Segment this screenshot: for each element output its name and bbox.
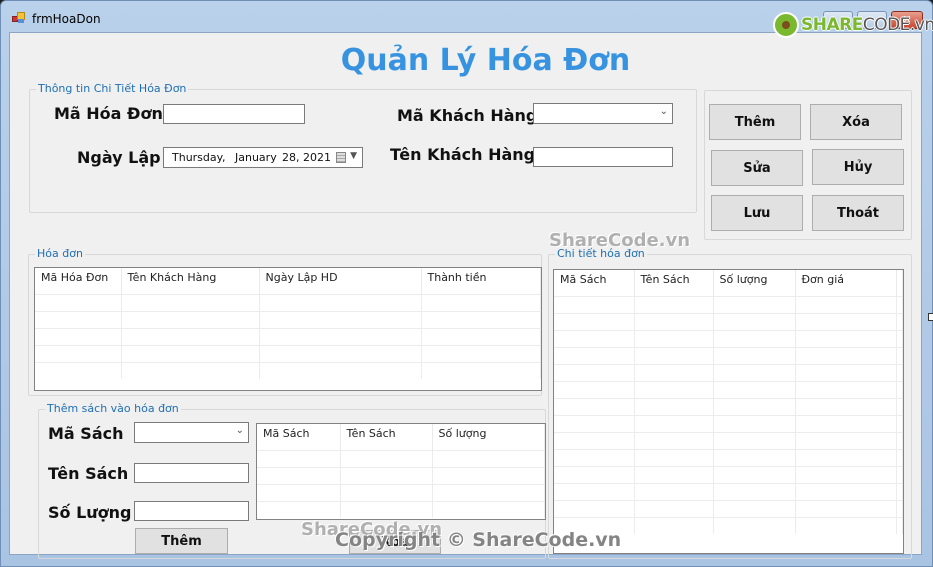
page-title: Quản Lý Hóa Đơn: [340, 43, 631, 78]
table-row[interactable]: [554, 482, 903, 500]
delete-button[interactable]: Xóa: [810, 104, 902, 140]
close-button[interactable]: ✕: [891, 11, 923, 29]
table-row[interactable]: [257, 466, 545, 484]
table-row[interactable]: [554, 380, 903, 398]
table-row[interactable]: [554, 312, 903, 330]
table-row[interactable]: [554, 465, 903, 483]
table-row[interactable]: [257, 449, 545, 467]
resize-handle[interactable]: [928, 313, 933, 321]
invoice-id-label: Mã Hóa Đơn: [54, 104, 163, 123]
quantity-label: Số Lượng: [48, 503, 132, 522]
form-client-area: Quản Lý Hóa Đơn Thông tin Chi Tiết Hóa Đ…: [9, 32, 922, 559]
book-name-input[interactable]: [134, 463, 249, 483]
table-row[interactable]: [554, 329, 903, 347]
dropdown-arrow-icon[interactable]: ▼: [350, 151, 357, 161]
table-row[interactable]: [554, 414, 903, 432]
cancel-button[interactable]: Hủy: [812, 149, 904, 185]
app-icon: [12, 12, 26, 24]
column-header[interactable]: Đơn giá: [795, 270, 897, 296]
customer-name-input[interactable]: [533, 147, 673, 167]
table-row[interactable]: [257, 483, 545, 501]
invoices-legend: Hóa đơn: [37, 247, 83, 260]
table-row[interactable]: [257, 500, 545, 518]
invoices-grid[interactable]: Mã Hóa Đơn Tên Khách Hàng Ngày Lập HD Th…: [34, 267, 542, 391]
maximize-button[interactable]: [857, 11, 887, 29]
customer-name-label: Tên Khách Hàng: [390, 145, 536, 164]
calendar-icon[interactable]: [336, 152, 346, 163]
add-book-legend: Thêm sách vào hóa đơn: [47, 402, 179, 415]
column-header[interactable]: Mã Sách: [257, 424, 341, 450]
edit-button[interactable]: Sửa: [711, 150, 803, 186]
column-header[interactable]: Mã Sách: [554, 270, 635, 296]
column-header[interactable]: Số lượng: [713, 270, 796, 296]
delete-book-button[interactable]: Xóa: [349, 530, 441, 554]
book-id-combobox[interactable]: ⌄: [134, 422, 249, 443]
table-row[interactable]: [554, 346, 903, 364]
date-picker[interactable]: Thursday , January 28, 2021 ▼: [163, 147, 363, 168]
table-row[interactable]: [35, 361, 541, 379]
customer-id-combobox[interactable]: ⌄: [533, 103, 673, 124]
added-books-grid[interactable]: Mã Sách Tên Sách Số lượng: [256, 423, 546, 520]
date-weekday: Thursday: [172, 151, 224, 164]
date-label: Ngày Lập: [77, 148, 161, 167]
chevron-down-icon[interactable]: ⌄: [660, 106, 668, 117]
window-title: frmHoaDon: [32, 12, 101, 26]
column-header[interactable]: Thành tiền: [421, 268, 541, 294]
form-window: frmHoaDon ✕ Quản Lý Hóa Đơn Thông tin Ch…: [0, 0, 933, 567]
date-separator: ,: [222, 151, 226, 164]
invoice-details-grid[interactable]: Mã Sách Tên Sách Số lượng Đơn giá: [553, 269, 904, 554]
quantity-input[interactable]: [134, 501, 249, 521]
table-row[interactable]: [554, 363, 903, 381]
add-button[interactable]: Thêm: [709, 104, 801, 140]
exit-button[interactable]: Thoát: [812, 195, 904, 231]
table-row[interactable]: [35, 310, 541, 328]
date-day-year: 28, 2021: [282, 151, 331, 164]
table-row[interactable]: [554, 397, 903, 415]
column-header[interactable]: Tên Khách Hàng: [121, 268, 260, 294]
invoice-details-legend: Chi tiết hóa đơn: [557, 247, 645, 260]
table-row[interactable]: [35, 344, 541, 362]
table-row[interactable]: [554, 448, 903, 466]
table-row[interactable]: [554, 431, 903, 449]
table-row[interactable]: [35, 327, 541, 345]
table-row[interactable]: [554, 499, 903, 517]
save-button[interactable]: Lưu: [711, 195, 803, 231]
date-month: January: [235, 151, 277, 164]
chevron-down-icon[interactable]: ⌄: [236, 425, 244, 436]
column-header[interactable]: Số lượng: [432, 424, 545, 450]
invoice-id-input[interactable]: [163, 104, 305, 124]
column-header[interactable]: Tên Sách: [340, 424, 433, 450]
book-id-label: Mã Sách: [48, 424, 124, 443]
book-name-label: Tên Sách: [48, 464, 129, 483]
table-row[interactable]: [554, 516, 903, 534]
column-header[interactable]: Tên Sách: [634, 270, 714, 296]
table-row[interactable]: [35, 293, 541, 311]
minimize-button[interactable]: [823, 11, 853, 29]
add-book-button[interactable]: Thêm: [135, 528, 228, 554]
column-header[interactable]: Ngày Lập HD: [259, 268, 422, 294]
column-header[interactable]: Mã Hóa Đơn: [35, 268, 122, 294]
invoice-info-legend: Thông tin Chi Tiết Hóa Đơn: [38, 82, 187, 95]
title-bar[interactable]: frmHoaDon ✕: [1, 1, 932, 31]
table-row[interactable]: [554, 295, 903, 313]
customer-id-label: Mã Khách Hàng: [397, 106, 538, 125]
